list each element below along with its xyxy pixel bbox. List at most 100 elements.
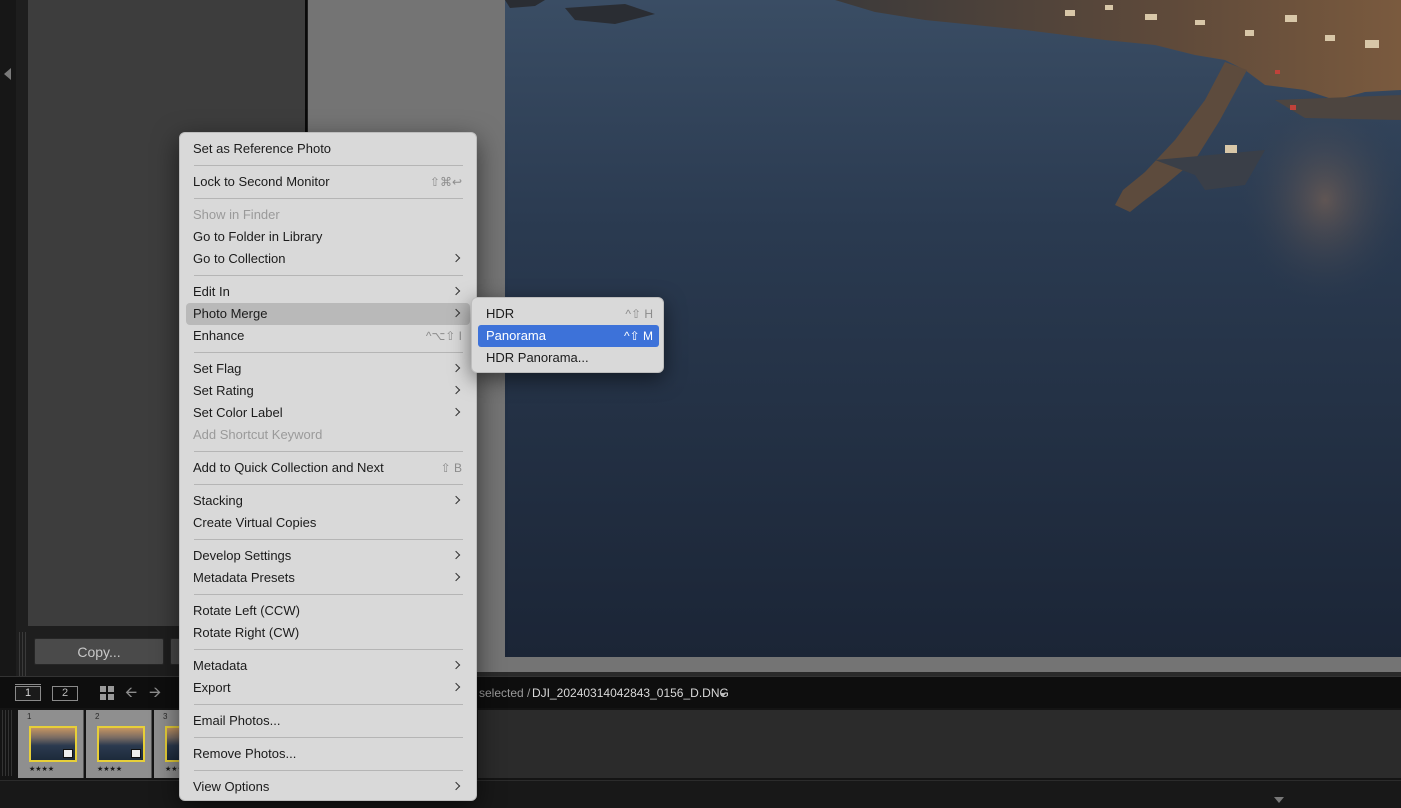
forward-arrow-icon[interactable]: 🡪: [149, 685, 161, 700]
menu-item-label: Panorama: [486, 328, 546, 343]
menu-item-label: Export: [193, 680, 231, 695]
menu-item-rotate-right[interactable]: Rotate Right (CW): [186, 622, 470, 644]
menu-item-rotate-left[interactable]: Rotate Left (CCW): [186, 600, 470, 622]
menu-item-edit-in[interactable]: Edit In: [186, 281, 470, 303]
menu-item-label: HDR: [486, 306, 515, 321]
menu-item-label: Set Color Label: [193, 405, 283, 420]
menu-separator: [194, 704, 463, 705]
submenu-item-hdr[interactable]: HDR ^⇧ H: [478, 303, 659, 325]
filmstrip-thumbnail[interactable]: 2 ★★★★: [86, 710, 152, 778]
menu-item-label: View Options: [193, 779, 270, 794]
back-arrow-icon[interactable]: 🡨: [125, 685, 137, 700]
menu-item-label: Go to Folder in Library: [193, 229, 323, 244]
menu-item-set-reference-photo[interactable]: Set as Reference Photo: [186, 138, 470, 160]
menu-item-label: Rotate Left (CCW): [193, 603, 300, 618]
menu-item-label: Email Photos...: [193, 713, 281, 728]
menu-item-add-shortcut-keyword: Add Shortcut Keyword: [186, 424, 470, 446]
menu-separator: [194, 649, 463, 650]
second-monitor-button[interactable]: 2: [52, 686, 78, 701]
menu-separator: [194, 770, 463, 771]
edited-badge-icon: [131, 749, 141, 758]
menu-item-label: Set Flag: [193, 361, 242, 376]
filmstrip-grip[interactable]: [2, 710, 12, 776]
thumbnail-image[interactable]: [29, 726, 77, 762]
menu-item-label: Develop Settings: [193, 548, 292, 563]
menu-item-label: Add to Quick Collection and Next: [193, 460, 384, 475]
menu-item-label: Add Shortcut Keyword: [193, 427, 323, 442]
menu-item-shortcut: ^⇧ H: [625, 307, 653, 321]
menu-separator: [194, 539, 463, 540]
menu-separator: [194, 275, 463, 276]
menu-item-add-quick-collection[interactable]: Add to Quick Collection and Next ⇧ B: [186, 457, 470, 479]
menu-item-export[interactable]: Export: [186, 677, 470, 699]
menu-item-view-options[interactable]: View Options: [186, 776, 470, 798]
menu-separator: [194, 352, 463, 353]
menu-item-remove-photos[interactable]: Remove Photos...: [186, 743, 470, 765]
menu-item-metadata[interactable]: Metadata: [186, 655, 470, 677]
menu-item-metadata-presets[interactable]: Metadata Presets: [186, 567, 470, 589]
menu-separator: [194, 737, 463, 738]
menu-item-label: Metadata Presets: [193, 570, 295, 585]
menu-item-shortcut: ^⇧ M: [623, 329, 653, 343]
menu-item-email-photos[interactable]: Email Photos...: [186, 710, 470, 732]
photo-merge-submenu: HDR ^⇧ H Panorama ^⇧ M HDR Panorama...: [471, 297, 664, 373]
submenu-chevron-icon: [451, 253, 461, 263]
menu-item-set-flag[interactable]: Set Flag: [186, 358, 470, 380]
menu-item-label: HDR Panorama...: [486, 350, 589, 365]
submenu-chevron-icon: [451, 495, 461, 505]
menu-item-shortcut: ^⌥⇧ I: [425, 329, 462, 343]
collapse-left-arrow-icon[interactable]: [4, 68, 11, 80]
selection-status-prefix: selected /: [479, 686, 531, 700]
submenu-chevron-icon: [451, 572, 461, 582]
thumbnail-number: 1: [27, 712, 32, 721]
menu-item-set-color-label[interactable]: Set Color Label: [186, 402, 470, 424]
submenu-chevron-icon: [451, 550, 461, 560]
menu-separator: [194, 484, 463, 485]
filename-dropdown-icon[interactable]: [720, 693, 726, 697]
submenu-chevron-icon: [451, 286, 461, 296]
menu-item-label: Enhance: [193, 328, 245, 343]
menu-item-label: Stacking: [193, 493, 243, 508]
copy-settings-button[interactable]: Copy...: [34, 638, 164, 665]
menu-item-develop-settings[interactable]: Develop Settings: [186, 545, 470, 567]
menu-separator: [194, 198, 463, 199]
submenu-item-panorama[interactable]: Panorama ^⇧ M: [478, 325, 659, 347]
menu-item-label: Lock to Second Monitor: [193, 174, 330, 189]
menu-item-shortcut: ⇧⌘↩: [429, 175, 462, 189]
menu-item-label: Show in Finder: [193, 207, 280, 222]
selection-filename[interactable]: DJI_20240314042843_0156_D.DNG: [532, 686, 729, 700]
panel-resize-grip[interactable]: [19, 632, 28, 676]
menu-item-label: Remove Photos...: [193, 746, 297, 761]
thumbnail-rating: ★★★★: [29, 766, 55, 773]
submenu-chevron-icon: [451, 682, 461, 692]
menu-item-shortcut: ⇧ B: [440, 461, 462, 475]
context-menu: Set as Reference Photo Lock to Second Mo…: [179, 132, 477, 801]
menu-item-enhance[interactable]: Enhance ^⌥⇧ I: [186, 325, 470, 347]
menu-item-go-to-folder[interactable]: Go to Folder in Library: [186, 226, 470, 248]
menu-item-label: Edit In: [193, 284, 230, 299]
menu-item-label: Metadata: [193, 658, 248, 673]
main-monitor-button[interactable]: 1: [15, 684, 41, 701]
grid-view-icon[interactable]: [100, 686, 114, 700]
menu-item-label: Rotate Right (CW): [193, 625, 300, 640]
submenu-item-hdr-panorama[interactable]: HDR Panorama...: [478, 347, 659, 369]
menu-item-label: Go to Collection: [193, 251, 286, 266]
menu-separator: [194, 594, 463, 595]
edited-badge-icon: [63, 749, 73, 758]
menu-item-label: Set Rating: [193, 383, 254, 398]
menu-item-go-to-collection[interactable]: Go to Collection: [186, 248, 470, 270]
filmstrip-thumbnail[interactable]: 1 ★★★★: [18, 710, 84, 778]
menu-item-create-virtual-copies[interactable]: Create Virtual Copies: [186, 512, 470, 534]
menu-separator: [194, 451, 463, 452]
thumbnail-image[interactable]: [97, 726, 145, 762]
menu-item-label: Set as Reference Photo: [193, 141, 332, 156]
left-panel-collapse-strip[interactable]: [0, 0, 16, 680]
menu-item-show-in-finder: Show in Finder: [186, 204, 470, 226]
submenu-chevron-icon: [451, 308, 461, 318]
menu-item-set-rating[interactable]: Set Rating: [186, 380, 470, 402]
menu-item-photo-merge[interactable]: Photo Merge: [186, 303, 470, 325]
menu-item-lock-second-monitor[interactable]: Lock to Second Monitor ⇧⌘↩: [186, 171, 470, 193]
collapse-bottom-arrow-icon[interactable]: [1274, 797, 1284, 803]
menu-item-stacking[interactable]: Stacking: [186, 490, 470, 512]
filmstrip-empty-area: [478, 710, 1401, 778]
